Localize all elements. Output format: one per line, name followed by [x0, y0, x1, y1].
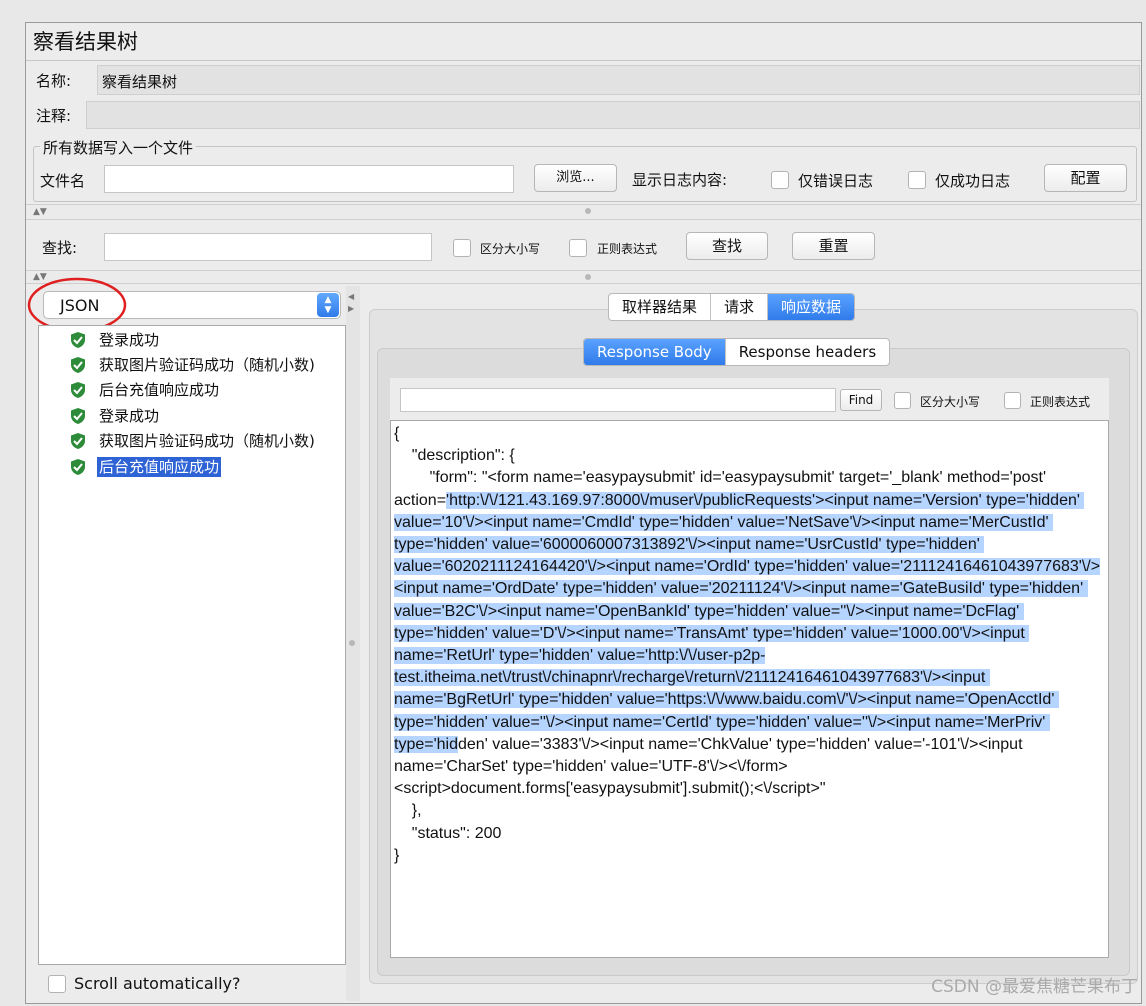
scroll-auto-label: Scroll automatically? — [74, 974, 241, 993]
log-content-label: 显示日志内容: — [632, 171, 728, 189]
tree-item[interactable]: 获取图片验证码成功（随机小数) — [69, 354, 317, 376]
tree-item[interactable]: 后台充值响应成功 — [69, 379, 221, 401]
success-shield-icon — [71, 382, 85, 398]
inner-case-label: 区分大小写 — [920, 395, 981, 409]
tree-item-label: 后台充值响应成功 — [97, 457, 222, 477]
success-shield-icon — [71, 459, 85, 475]
jmeter-view-results-tree: 察看结果树 名称: 察看结果树 注释: 所有数据写入一个文件 文件名 浏览...… — [0, 0, 1146, 1006]
config-button[interactable]: 配置 — [1044, 164, 1127, 192]
divider-grip-icon[interactable] — [585, 274, 591, 280]
split-divider-top[interactable] — [26, 204, 1141, 220]
inner-case-checkbox[interactable] — [894, 392, 911, 409]
tab-request[interactable]: 请求 — [710, 294, 767, 320]
success-shield-icon — [71, 433, 85, 449]
inner-regex-checkbox[interactable] — [1004, 392, 1021, 409]
find-button[interactable]: 查找 — [686, 232, 768, 260]
tree-item[interactable]: 登录成功 — [69, 329, 161, 351]
split-divider-middle[interactable] — [26, 270, 1141, 284]
result-tabs: 取样器结果 请求 响应数据 — [608, 293, 856, 321]
tab-response-headers[interactable]: Response headers — [724, 339, 889, 365]
comment-field[interactable] — [86, 101, 1140, 129]
name-label: 名称: — [36, 72, 72, 90]
regex-label: 正则表达式 — [597, 242, 658, 256]
tree-item-label: 登录成功 — [99, 407, 160, 425]
search-input[interactable] — [104, 233, 432, 261]
file-name-label: 文件名 — [40, 172, 86, 190]
collapse-arrows-icon[interactable]: ▲▼ — [33, 208, 47, 217]
comment-label: 注释: — [36, 107, 72, 125]
tree-item-label: 后台充值响应成功 — [99, 381, 220, 399]
file-group-legend: 所有数据写入一个文件 — [40, 137, 197, 158]
success-shield-icon — [71, 408, 85, 424]
scroll-auto-checkbox[interactable] — [48, 975, 66, 993]
tab-response-body[interactable]: Response Body — [584, 339, 725, 365]
errors-only-checkbox[interactable] — [771, 171, 789, 189]
panel-title: 察看结果树 — [33, 30, 138, 54]
watermark: CSDN @最爱焦糖芒果布丁 — [931, 977, 1138, 997]
chevron-updown-icon[interactable]: ▲ ▼ — [317, 293, 339, 317]
browse-button[interactable]: 浏览... — [534, 164, 617, 192]
inner-regex-label: 正则表达式 — [1030, 395, 1091, 409]
response-body-text[interactable]: { "description": { "form": "<form name='… — [390, 420, 1109, 958]
errors-only-label: 仅错误日志 — [798, 172, 874, 190]
inner-search-input[interactable] — [400, 388, 836, 412]
regex-checkbox[interactable] — [569, 239, 587, 257]
tab-sampler-result[interactable]: 取样器结果 — [609, 294, 710, 320]
response-body-part: den' value='3383'\/><input name='ChkValu… — [394, 735, 1023, 864]
tab-response-data[interactable]: 响应数据 — [767, 294, 855, 320]
case-sensitive-label: 区分大小写 — [480, 242, 541, 256]
case-sensitive-checkbox[interactable] — [453, 239, 471, 257]
title-divider — [26, 60, 1141, 61]
success-only-checkbox[interactable] — [908, 171, 926, 189]
success-only-label: 仅成功日志 — [935, 172, 1011, 190]
splitter-grip-icon[interactable] — [349, 640, 355, 646]
response-tabs: Response Body Response headers — [583, 338, 891, 366]
success-shield-icon — [71, 332, 85, 348]
tree-item[interactable]: 获取图片验证码成功（随机小数) — [69, 430, 317, 452]
success-shield-icon — [71, 357, 85, 373]
inner-find-button[interactable]: Find — [840, 389, 882, 411]
tree-item[interactable]: 登录成功 — [69, 405, 161, 427]
tree-item-label: 获取图片验证码成功（随机小数) — [99, 432, 315, 450]
results-tree[interactable]: 登录成功 获取图片验证码成功（随机小数) 后台充值响应成功 登录成功 获取图片验… — [38, 325, 346, 965]
name-field[interactable]: 察看结果树 — [97, 65, 1140, 95]
response-body-selection: 'http:\/\/121.43.169.97:8000\/muser\/pub… — [394, 491, 1101, 753]
tree-item-selected[interactable]: 后台充值响应成功 — [69, 456, 222, 478]
reset-button[interactable]: 重置 — [792, 232, 875, 260]
divider-grip-icon[interactable] — [585, 208, 591, 214]
splitter-arrows-icon[interactable]: ◀ ▶ — [348, 291, 354, 315]
tree-item-label: 登录成功 — [99, 331, 160, 349]
file-name-input[interactable] — [104, 165, 514, 193]
tree-item-label: 获取图片验证码成功（随机小数) — [99, 356, 315, 374]
search-label: 查找: — [42, 239, 78, 257]
